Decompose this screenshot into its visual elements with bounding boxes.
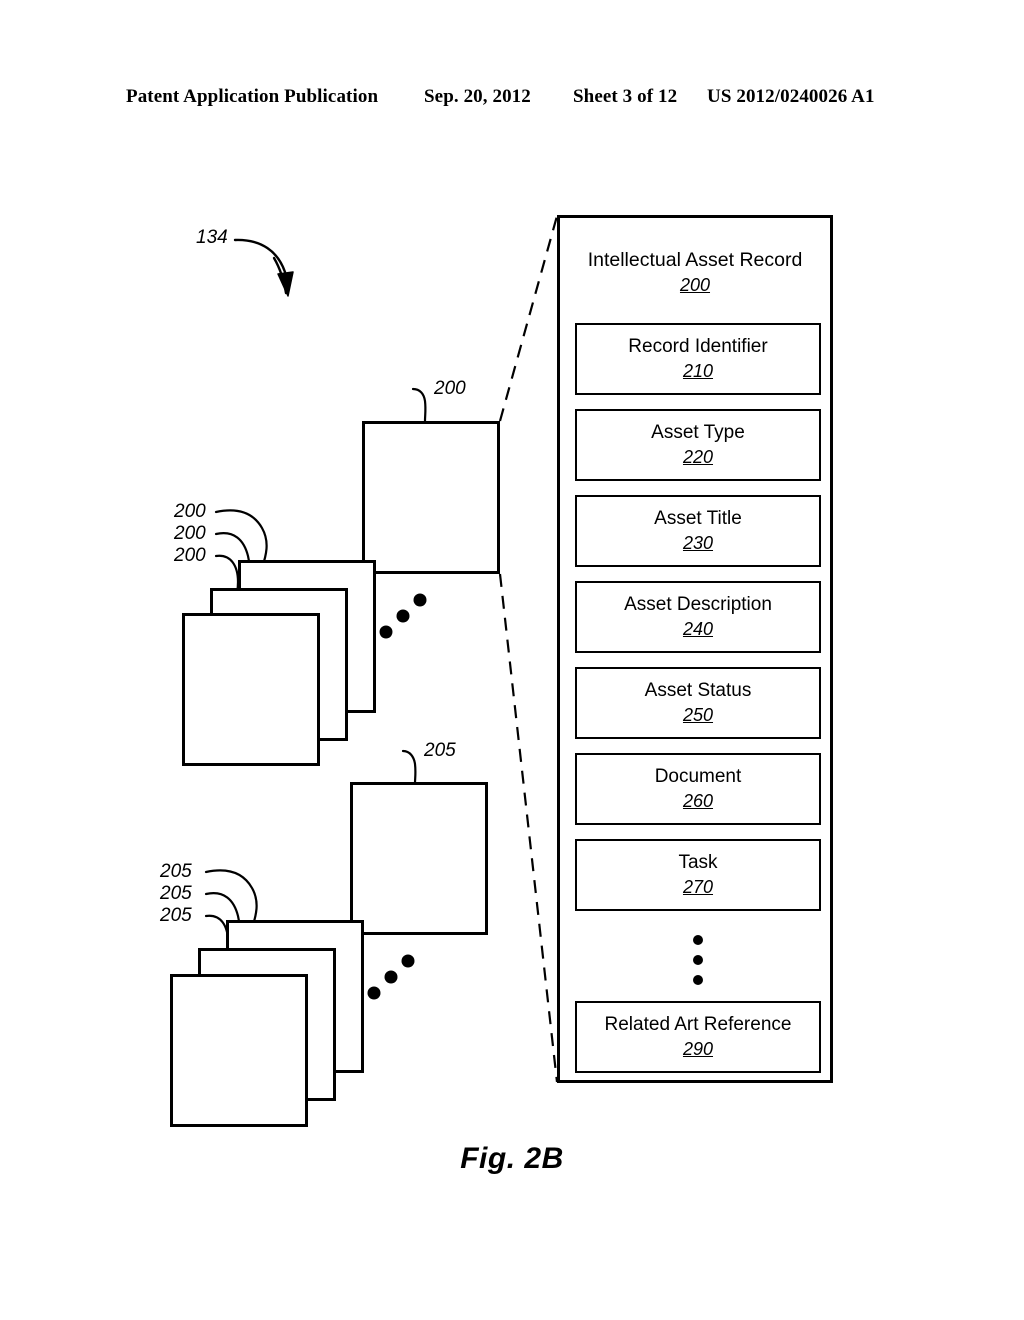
field-ref: 230 — [682, 533, 714, 553]
panel-title-text: Intellectual Asset Record — [587, 249, 803, 271]
ellipsis-dot — [693, 935, 703, 945]
field-label: Asset Status — [644, 680, 752, 701]
field-label: Related Art Reference — [604, 1014, 792, 1035]
label-document-stack-205-c: 205 — [160, 905, 192, 926]
field-label: Asset Type — [651, 422, 745, 443]
field-ref: 220 — [682, 447, 714, 467]
field-ref: 240 — [682, 619, 714, 639]
field-ref: 290 — [682, 1039, 714, 1059]
label-document-front-205: 205 — [424, 740, 456, 761]
field-asset-type: Asset Type 220 — [575, 409, 821, 481]
field-record-identifier: Record Identifier 210 — [575, 323, 821, 395]
record-stack-ellipsis — [379, 593, 427, 639]
document-card-front — [350, 782, 488, 935]
panel-field-list: Record Identifier 210 Asset Type 220 Ass… — [575, 323, 821, 1087]
system-ref-arrow — [233, 238, 294, 297]
field-document: Document 260 — [575, 753, 821, 825]
field-label: Record Identifier — [628, 336, 768, 357]
label-record-stack-200-b: 200 — [174, 523, 206, 544]
field-task: Task 270 — [575, 839, 821, 911]
label-system-134: 134 — [196, 227, 228, 248]
document-card-stack-3 — [170, 974, 308, 1127]
field-asset-description: Asset Description 240 — [575, 581, 821, 653]
label-document-stack-205-b: 205 — [160, 883, 192, 904]
field-label: Asset Title — [654, 508, 742, 529]
expansion-lines — [498, 215, 559, 1083]
field-label: Asset Description — [624, 594, 772, 615]
field-ref: 260 — [682, 791, 714, 811]
patent-figure-2b: 134 200 200 200 200 205 205 205 205 Inte… — [0, 0, 1024, 1320]
field-related-art-reference: Related Art Reference 290 — [575, 1001, 821, 1073]
field-label: Document — [654, 766, 742, 787]
field-ref: 250 — [682, 705, 714, 725]
label-document-stack-205-a: 205 — [160, 861, 192, 882]
field-asset-status: Asset Status 250 — [575, 667, 821, 739]
document-stack-ellipsis — [367, 954, 415, 1000]
field-asset-title: Asset Title 230 — [575, 495, 821, 567]
label-record-front-200: 200 — [434, 378, 466, 399]
field-ref: 210 — [682, 361, 714, 381]
leader-line-record-front — [411, 387, 427, 423]
leader-line-document-front — [401, 749, 417, 785]
panel-title-ref: 200 — [679, 275, 711, 295]
panel-title-block: Intellectual Asset Record 200 — [560, 248, 830, 297]
figure-line-art — [204, 215, 559, 1083]
ellipsis-dot — [693, 955, 703, 965]
field-ref: 270 — [682, 877, 714, 897]
figure-caption: Fig. 2B — [460, 1142, 564, 1175]
field-label: Task — [678, 852, 718, 873]
record-card-front — [362, 421, 500, 574]
label-record-stack-200-c: 200 — [174, 545, 206, 566]
ellipsis-dot — [693, 975, 703, 985]
label-record-stack-200-a: 200 — [174, 501, 206, 522]
panel-field-ellipsis — [575, 925, 821, 995]
intellectual-asset-record-panel: Intellectual Asset Record 200 Record Ide… — [557, 215, 833, 1083]
record-card-stack-3 — [182, 613, 320, 766]
